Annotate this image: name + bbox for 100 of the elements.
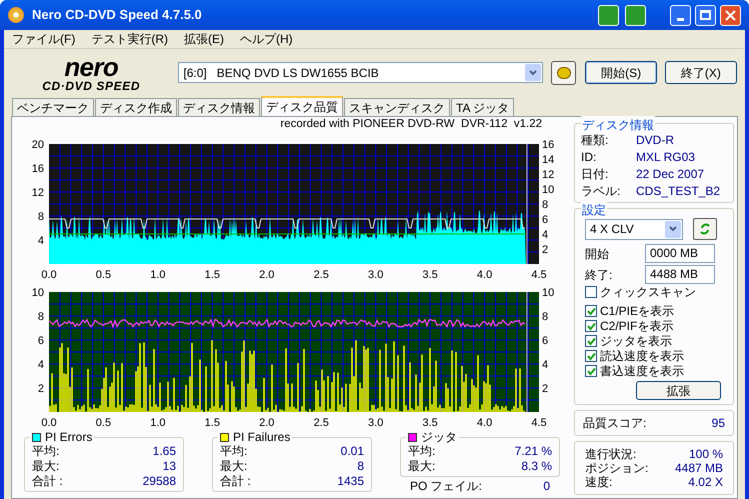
tab[interactable]: ディスク作成 [95,98,177,116]
menu-item[interactable]: 拡張(E) [184,30,224,48]
axis-tick-label: 0.0 [41,269,57,280]
tab[interactable]: スキャンディスク [344,98,450,116]
axis-tick-label: 3.5 [422,417,438,428]
stat-value: 0.01 [340,444,364,459]
axis-tick-label: 10 [32,287,44,299]
axis-tick-label: 8 [38,211,44,223]
checkbox[interactable] [585,320,597,332]
stat-value: 1435 [337,474,364,489]
axis-tick-label: 2 [38,383,44,395]
tab[interactable]: ベンチマーク [12,98,94,116]
close-icon [725,10,736,20]
stat-value: 7.21 % [514,444,552,459]
axis-tick-label: 0.5 [96,417,112,428]
stat-label: 合計 : [32,474,63,489]
progress-value: 100 % [688,447,723,461]
end-field[interactable]: 4488 MB [645,265,715,284]
axis-tick-label: 8 [38,311,44,323]
stat-label: 最大: [408,459,436,474]
menu-item[interactable]: ヘルプ(H) [240,30,293,48]
axis-tick-label: 0.5 [96,269,112,280]
progress-label: ポジション: [585,461,648,475]
axis-tick-label: 1.0 [150,417,166,428]
checkbox-label: C2/PIFを表示 [600,319,674,333]
info-value: 22 Dec 2007 [636,166,704,183]
checkbox[interactable] [585,305,597,317]
axis-tick-label: 2 [542,383,548,395]
logo: nero CD·DVD SPEED [41,54,142,92]
axis-tick-label: 6 [38,335,44,347]
info-value: DVD-R [636,132,674,149]
checkbox[interactable] [585,350,597,362]
refresh-button[interactable] [693,218,717,240]
axis-tick-label: 4.0 [476,417,492,428]
checkbox[interactable] [585,365,597,377]
maximize-button[interactable] [695,4,716,26]
field-label: 開始 [585,246,610,262]
tab[interactable]: TA ジッタ [451,98,514,116]
info-value: CDS_TEST_B2 [636,183,720,200]
stat-label: 平均: [32,444,60,459]
tab[interactable]: ディスク品質 [261,96,343,116]
stat-label: PO フェイル: [410,478,482,495]
axis-tick-label: 1.5 [204,269,220,280]
menu-item[interactable]: テスト実行(R) [91,30,168,48]
menu-item[interactable]: ファイル(F) [12,30,76,48]
info-label: 種類: [581,132,610,149]
axis-tick-label: 2 [542,244,548,256]
axis-tick-label: 12 [32,187,44,199]
axis-tick-label: 14 [542,154,554,166]
info-label: ID: [581,149,598,166]
minimize-button[interactable] [670,4,691,26]
info-value: MXL RG03 [636,149,695,166]
group-title: ディスク情報 [581,116,655,134]
info-label: ラベル: [581,183,622,200]
group-title: PI Failures [233,430,290,444]
checkbox[interactable] [585,335,597,347]
group-title: ジッタ [421,430,457,444]
stat-value: 13 [162,459,176,474]
stat-label: 最大: [220,459,248,474]
axis-tick-label: 8 [542,311,548,323]
axis-tick-label: 4 [542,229,548,241]
axis-tick-label: 16 [542,139,554,151]
axis-tick-label: 4.5 [531,269,547,280]
axis-tick-label: 2.0 [259,269,274,280]
eject-button[interactable] [550,60,576,84]
stat-value: 0 [543,478,550,495]
checkbox[interactable] [585,286,597,298]
axis-tick-label: 2.5 [314,269,329,280]
axis-tick-label: 6 [542,335,548,347]
progress-value: 4.02 X [688,475,723,489]
axis-tick-label: 3.0 [368,269,384,280]
stat-label: 最大: [32,459,60,474]
checkbox-label: 読込速度を表示 [600,349,684,363]
axis-tick-label: 2.0 [259,417,274,428]
stat-label: 平均: [408,444,436,459]
drive-select[interactable]: [6:0] BENQ DVD LS DW1655 BCIB [178,62,543,83]
axis-tick-label: 1.0 [150,269,166,280]
exit-button[interactable]: 終了(X) [664,61,737,84]
checkbox-label: クィックスキャン [600,285,696,299]
progress-value: 4487 MB [674,461,723,475]
progress-label: 速度: [585,475,612,489]
extend-button[interactable]: 拡張 [636,381,721,400]
score-label: 品質スコア: [583,415,646,432]
axis-tick-label: 4.0 [476,269,492,280]
start-field[interactable]: 0000 MB [645,244,715,263]
info-label: 日付: [581,166,610,183]
group-title: 設定 [581,201,607,219]
score-value: 95 [712,415,725,432]
checkbox-label: C1/PIEを表示 [600,304,674,318]
axis-tick-label: 10 [542,184,554,196]
axis-tick-label: 16 [32,163,44,175]
axis-tick-label: 2.5 [314,417,329,428]
checkbox-label: ジッタを表示 [600,334,672,348]
tab[interactable]: ディスク情報 [178,98,260,116]
speed-select[interactable]: 4 X CLV [585,218,683,240]
start-button[interactable]: 開始(S) [585,61,657,84]
close-button[interactable] [720,4,741,26]
axis-tick-label: 20 [32,139,44,151]
stat-value: 1.65 [152,444,176,459]
refresh-icon [699,222,711,236]
